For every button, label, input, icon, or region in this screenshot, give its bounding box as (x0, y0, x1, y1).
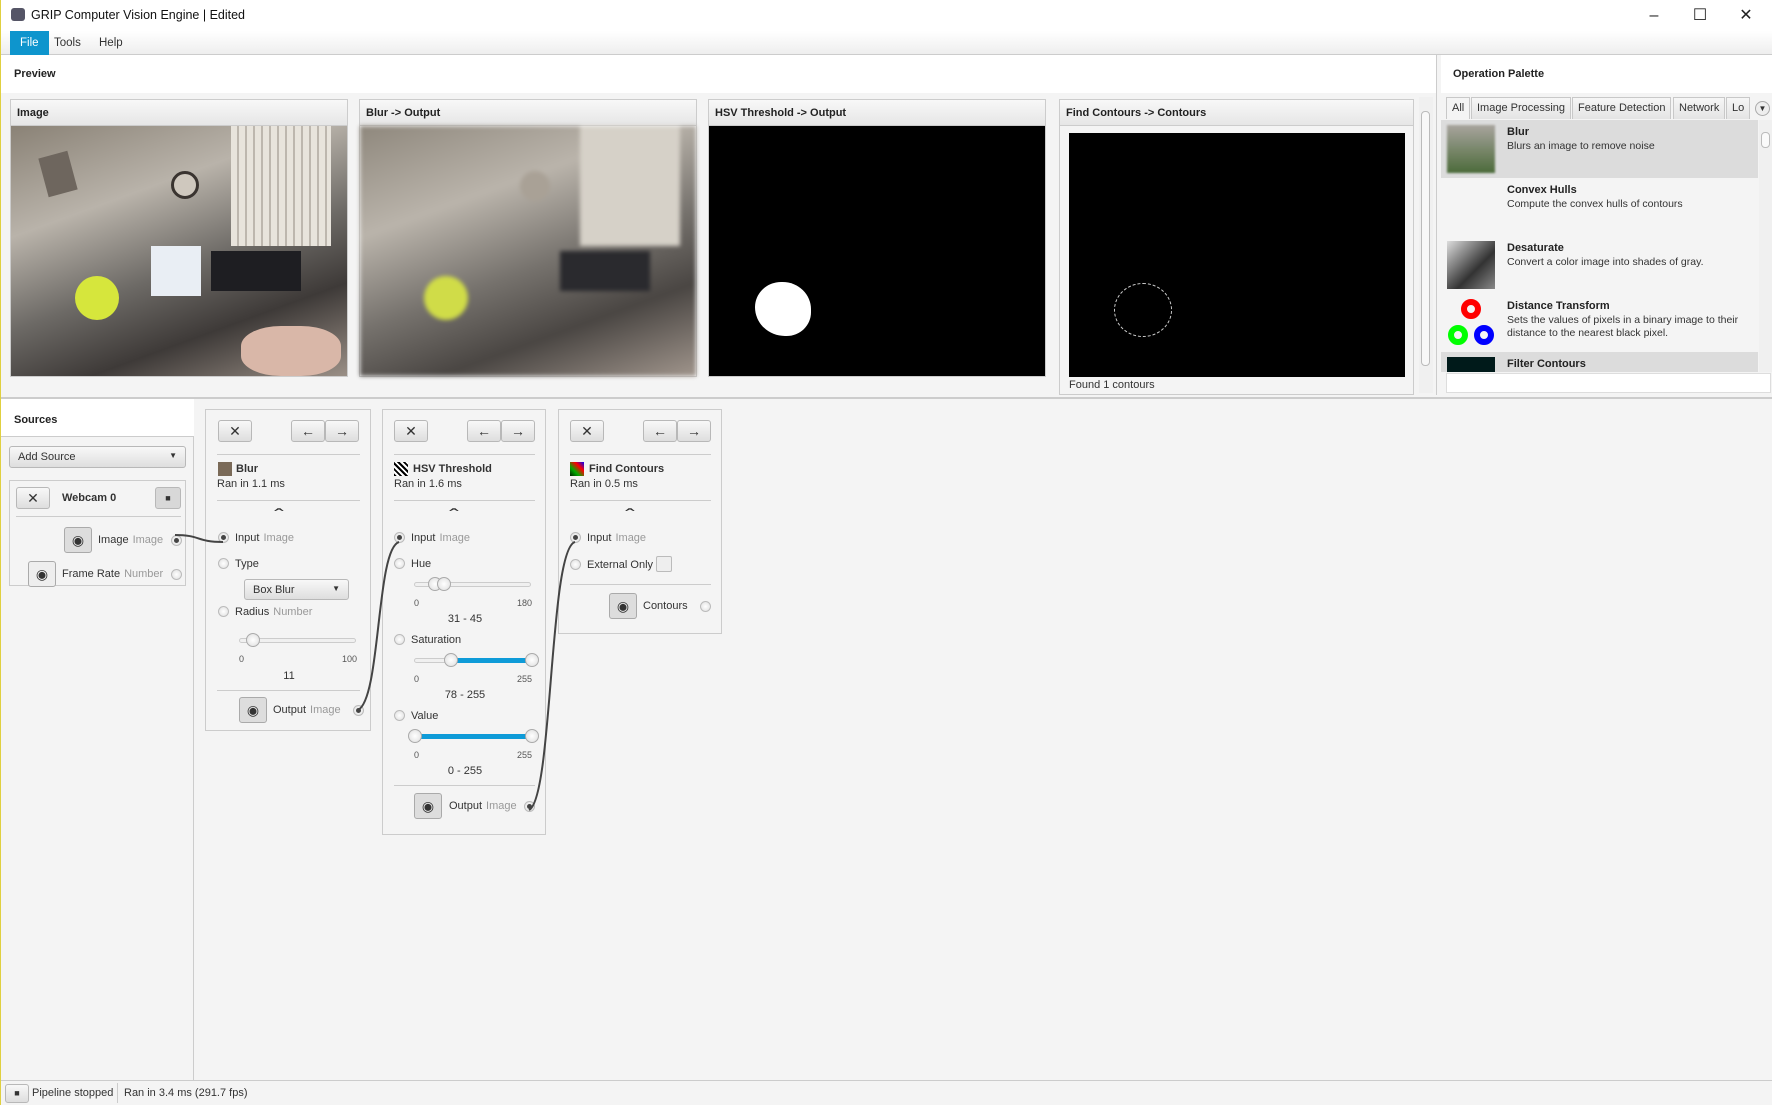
pipeline-area: Sources Add Source ▼ ✕ Webcam 0 ■ ◉ Image… (1, 397, 1772, 1082)
tab-network[interactable]: Network (1673, 97, 1726, 119)
card-title: HSV Threshold -> Output (709, 100, 1045, 126)
window-title: GRIP Computer Vision Engine | Edited (31, 8, 246, 22)
operation-desaturate[interactable]: Desaturate Convert a color image into sh… (1441, 236, 1758, 294)
app-logo-icon (11, 8, 25, 21)
pipeline-stop-button[interactable]: ■ (5, 1084, 29, 1103)
operation-convex-hulls[interactable]: Convex Hulls Compute the convex hulls of… (1441, 178, 1758, 236)
contours-image (1069, 133, 1405, 377)
card-title: Find Contours -> Contours (1060, 100, 1413, 126)
palette-title: Operation Palette (1453, 68, 1545, 80)
preview-scrollbar[interactable] (1419, 97, 1433, 393)
operation-name: Blur (1507, 126, 1529, 138)
palette-scrollbar[interactable] (1759, 120, 1772, 372)
webcam-image (11, 126, 347, 376)
operation-distance-transform[interactable]: Distance Transform Sets the values of pi… (1441, 294, 1758, 352)
hsv-output-image (709, 126, 1045, 376)
tab-all[interactable]: All (1446, 97, 1471, 119)
pipeline-timing: Ran in 3.4 ms (291.7 fps) (124, 1087, 248, 1099)
preview-card-image: Image (10, 99, 348, 377)
close-button[interactable]: ✕ (1723, 4, 1769, 28)
connections (174, 534, 576, 811)
tab-lo[interactable]: Lo (1726, 97, 1751, 119)
menu-file[interactable]: File (10, 31, 49, 55)
card-title: Image (11, 100, 347, 126)
operation-description: Compute the convex hulls of contours (1507, 198, 1683, 210)
blur-thumbnail-icon (1447, 125, 1495, 173)
desaturate-thumbnail-icon (1447, 241, 1495, 289)
preview-card-blur: Blur -> Output (359, 99, 697, 377)
minimize-button[interactable]: – (1631, 4, 1677, 28)
connection-blur-to-hsv (357, 541, 400, 711)
status-bar: ■ Pipeline stopped Ran in 3.4 ms (291.7 … (1, 1080, 1772, 1105)
menu-tools[interactable]: Tools (44, 31, 91, 55)
operation-description: Sets the values of pixels in a binary im… (1507, 314, 1739, 339)
pipeline-status: Pipeline stopped (32, 1087, 114, 1099)
tabs-overflow-dropdown-icon[interactable]: ▼ (1755, 101, 1770, 116)
card-title: Blur -> Output (360, 100, 696, 126)
tab-feature-detection[interactable]: Feature Detection (1572, 97, 1672, 119)
preview-card-contours: Find Contours -> Contours Found 1 contou… (1059, 99, 1414, 395)
operation-name: Desaturate (1507, 242, 1564, 254)
maximize-button[interactable]: ☐ (1677, 4, 1723, 28)
operation-search-input[interactable] (1446, 373, 1771, 393)
connection-hsv-to-contours (528, 541, 576, 811)
operation-list: Blur Blurs an image to remove noise Conv… (1441, 120, 1758, 372)
blur-output-image (360, 126, 696, 376)
menu-bar: File Tools Help (1, 31, 1772, 55)
operation-blur[interactable]: Blur Blurs an image to remove noise (1441, 120, 1758, 178)
operation-name: Filter Contours (1507, 358, 1586, 370)
preview-panel: Preview Image Blur -> Output HSV Thresho… (1, 55, 1437, 395)
operation-name: Distance Transform (1507, 300, 1610, 312)
opencv-logo-icon (1447, 299, 1495, 347)
preview-title: Preview (14, 68, 56, 80)
menu-help[interactable]: Help (89, 31, 133, 55)
operation-description: Convert a color image into shades of gra… (1507, 256, 1704, 268)
operation-name: Convex Hulls (1507, 184, 1577, 196)
operation-palette: Operation Palette All Image Processing F… (1441, 55, 1772, 395)
connection-webcam-to-blur (174, 534, 224, 543)
preview-card-hsv: HSV Threshold -> Output (708, 99, 1046, 377)
contours-count: Found 1 contours (1069, 379, 1155, 391)
operation-description: Blurs an image to remove noise (1507, 140, 1655, 152)
title-bar: GRIP Computer Vision Engine | Edited – ☐… (1, 0, 1772, 31)
operation-filter-contours[interactable]: Filter Contours (1441, 352, 1758, 372)
tab-image-processing[interactable]: Image Processing (1471, 97, 1572, 119)
filter-contours-thumbnail-icon (1447, 357, 1495, 372)
